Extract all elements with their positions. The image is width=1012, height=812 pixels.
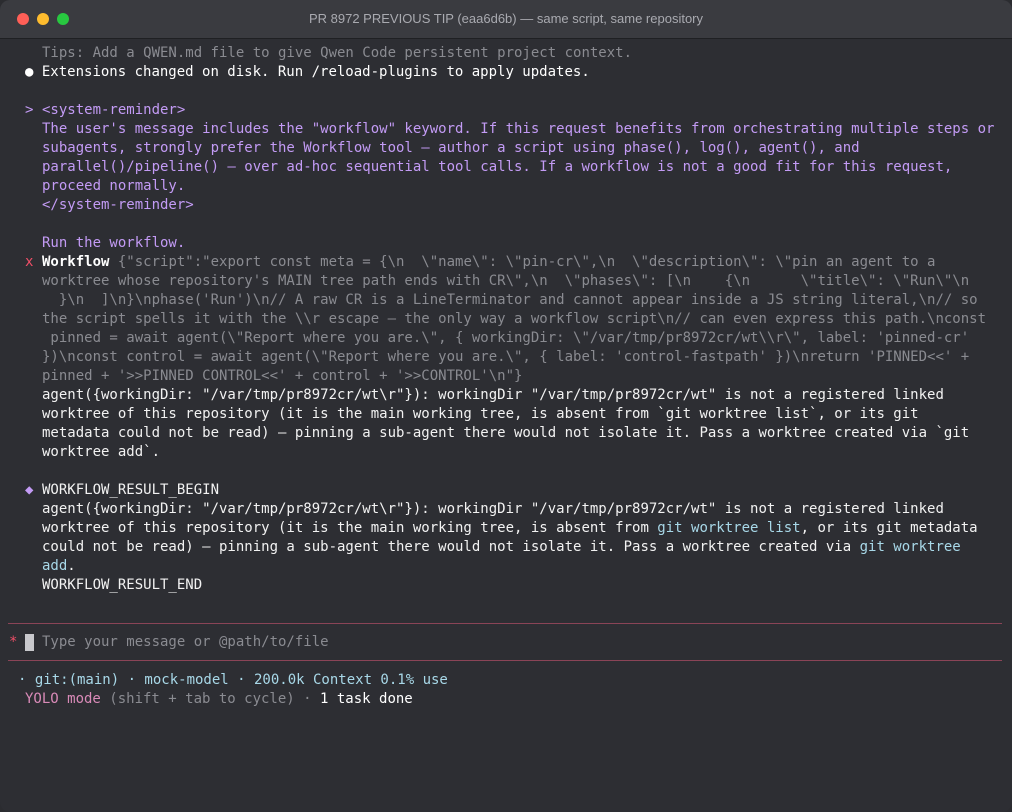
- result-line: agent({workingDir: "/var/tmp/pr8972cr/wt…: [42, 501, 944, 517]
- input-bottom-divider: [8, 660, 1002, 661]
- status-line: · git:(main) · mock-model · 200.0k Conte…: [18, 672, 448, 688]
- result-text: , or its git metadata: [800, 520, 978, 536]
- prompt-chevron-icon: >: [25, 102, 34, 118]
- reminder-line: </system-reminder>: [42, 197, 194, 213]
- message-input[interactable]: Type your message or @path/to/file: [42, 633, 329, 652]
- result-text: worktree of this repository (it is the m…: [42, 520, 658, 536]
- tool-call-header: Workflow {"script":"export const meta = …: [42, 253, 935, 272]
- tool-args-line: }\n ]\n}\nphase('Run')\n// A raw CR is a…: [42, 292, 978, 308]
- reminder-line: parallel()/pipeline() — over ad-hoc sequ…: [42, 159, 953, 175]
- reminder-line: proceed normally.: [42, 178, 186, 194]
- inline-code: git worktree list: [657, 520, 801, 536]
- result-line: add.: [42, 557, 76, 576]
- terminal-output[interactable]: Tips: Add a QWEN.md file to give Qwen Co…: [0, 38, 1012, 812]
- tool-error-line: worktree add`.: [42, 444, 161, 460]
- tool-args-line: {"script":"export const meta = {\n \"nam…: [117, 254, 936, 270]
- extensions-message: Extensions changed on disk. Run /reload-…: [41, 64, 590, 80]
- tool-args-line: })\nconst control = await agent(\"Report…: [42, 349, 970, 365]
- terminal-window: PR 8972 PREVIOUS TIP (eaa6d6b) — same sc…: [0, 0, 1012, 812]
- result-text: could not be read) — pinning a sub-agent…: [42, 539, 860, 555]
- bullet-icon: ●: [25, 64, 34, 80]
- inline-code: git worktree: [859, 539, 961, 555]
- reminder-line: subagents, strongly prefer the Workflow …: [42, 140, 860, 156]
- tool-args-line: the script spells it with the \\r escape…: [42, 311, 987, 327]
- tool-name: Workflow: [42, 254, 110, 270]
- extensions-line: ● Extensions changed on disk. Run /reloa…: [25, 63, 590, 82]
- input-star-icon: *: [9, 634, 18, 650]
- result-line: could not be read) — pinning a sub-agent…: [42, 538, 961, 557]
- reminder-line: <system-reminder>: [42, 102, 186, 118]
- tool-error-line: agent({workingDir: "/var/tmp/pr8972cr/wt…: [42, 387, 944, 403]
- tool-error-icon: x: [25, 254, 34, 270]
- result-diamond-icon: ◆: [25, 482, 34, 498]
- result-line: worktree of this repository (it is the m…: [42, 519, 978, 538]
- result-end: WORKFLOW_RESULT_END: [42, 577, 203, 593]
- mode-hint: (shift + tab to cycle) ·: [100, 691, 321, 707]
- tool-error-line: metadata could not be read) — pinning a …: [42, 425, 970, 441]
- tool-args-line: pinned + '>>PINNED CONTROL<<' + control …: [42, 368, 523, 384]
- tool-error-line: worktree of this repository (it is the m…: [42, 406, 919, 422]
- tasks-status: 1 task done: [320, 691, 413, 707]
- mode-line: YOLO mode (shift + tab to cycle) · 1 tas…: [25, 690, 413, 709]
- result-begin: WORKFLOW_RESULT_BEGIN: [42, 482, 220, 498]
- tool-args-line: pinned = await agent(\"Report where you …: [42, 330, 970, 346]
- tool-args-line: worktree whose repository's MAIN tree pa…: [42, 273, 970, 289]
- reminder-line: The user's message includes the "workflo…: [42, 121, 995, 137]
- window-title: PR 8972 PREVIOUS TIP (eaa6d6b) — same sc…: [308, 11, 704, 26]
- text-cursor: [25, 634, 34, 651]
- inline-code: add: [42, 558, 68, 574]
- tips-line: Tips: Add a QWEN.md file to give Qwen Co…: [42, 45, 633, 61]
- yolo-mode-label[interactable]: YOLO mode: [25, 691, 101, 707]
- input-top-divider: [8, 623, 1002, 624]
- title-bar: PR 8972 PREVIOUS TIP (eaa6d6b) — same sc…: [0, 0, 1012, 39]
- user-message: Run the workflow.: [42, 235, 186, 251]
- result-text: .: [67, 558, 76, 574]
